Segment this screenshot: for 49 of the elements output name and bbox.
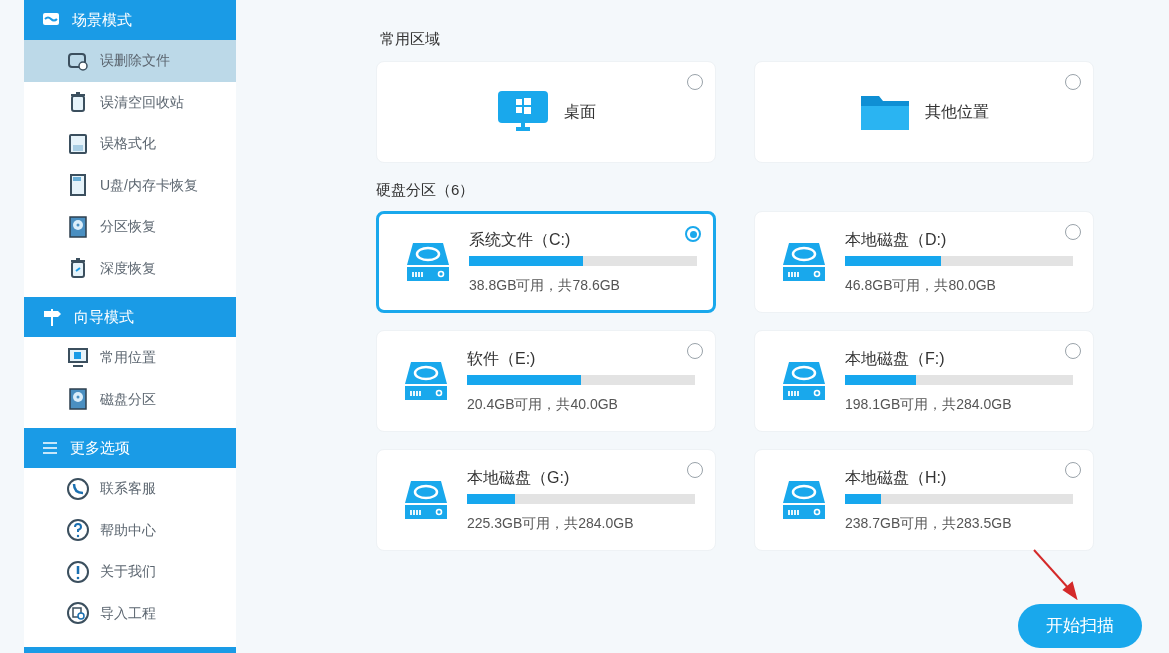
location-card[interactable]: 桌面	[376, 60, 716, 163]
wave-icon	[42, 12, 60, 28]
file-icon	[67, 50, 89, 71]
radio-button[interactable]	[687, 462, 703, 478]
sidebar-item[interactable]: 误删除文件	[24, 40, 236, 82]
radio-button[interactable]	[1065, 343, 1081, 359]
info-icon	[66, 559, 90, 584]
memory-card-icon	[68, 173, 88, 198]
drive-name: 本地磁盘（F:)	[845, 348, 945, 369]
drive-capacity: 20.4GB可用，共40.0GB	[467, 394, 619, 414]
drive-capacity: 225.3GB可用，共284.0GB	[467, 513, 635, 533]
drive-name: 本地磁盘（G:)	[467, 467, 570, 488]
drive-capacity: 198.1GB可用，共284.0GB	[845, 394, 1013, 414]
drive-name: 本地磁盘（H:)	[845, 467, 947, 488]
import-icon	[66, 601, 90, 626]
section-label: 常用区域	[379, 29, 441, 49]
location-card[interactable]: 其他位置	[754, 60, 1094, 163]
radio-button[interactable]	[1065, 224, 1081, 240]
radio-button[interactable]	[685, 226, 701, 242]
phone-icon	[66, 476, 90, 501]
help-icon	[66, 518, 90, 543]
drive-card[interactable]: 本地磁盘（D:) 46.8GB可用，共80.0GB	[754, 211, 1094, 313]
drive-capacity: 38.8GB可用，共78.6GB	[469, 275, 621, 295]
monitor-icon	[67, 346, 89, 369]
radio-button[interactable]	[687, 73, 703, 90]
drive-name: 系统文件（C:)	[469, 229, 571, 250]
drive-card[interactable]: 本地磁盘（G:) 225.3GB可用，共284.0GB	[376, 449, 716, 551]
radio-button[interactable]	[1065, 462, 1081, 478]
drive-capacity: 46.8GB可用，共80.0GB	[845, 275, 997, 295]
menu-icon	[42, 441, 58, 455]
drive-card[interactable]: 本地磁盘（H:) 238.7GB可用，共283.5GB	[754, 449, 1094, 551]
section-title: 更多选项	[70, 437, 130, 458]
section-label: 硬盘分区（6）	[376, 179, 476, 200]
section-title: 场景模式	[72, 9, 132, 30]
drive-name: 本地磁盘（D:)	[845, 229, 947, 250]
drive-card[interactable]: 软件（E:) 20.4GB可用，共40.0GB	[376, 330, 716, 432]
section-title: 向导模式	[74, 306, 134, 327]
drive-card[interactable]: 系统文件（C:) 38.8GB可用，共78.6GB	[376, 211, 716, 313]
location-label: 桌面	[564, 101, 596, 122]
drive-name: 软件（E:)	[467, 348, 536, 369]
trash-icon	[68, 257, 88, 280]
drive-capacity: 238.7GB可用，共283.5GB	[845, 513, 1013, 533]
radio-button[interactable]	[1065, 73, 1081, 90]
arrow-drawing	[1032, 548, 1080, 600]
drive-card[interactable]: 本地磁盘（F:) 198.1GB可用，共284.0GB	[754, 330, 1094, 432]
signpost-icon	[42, 307, 62, 327]
trash-icon	[68, 91, 88, 114]
location-label: 其他位置	[925, 101, 989, 122]
radio-button[interactable]	[687, 343, 703, 359]
